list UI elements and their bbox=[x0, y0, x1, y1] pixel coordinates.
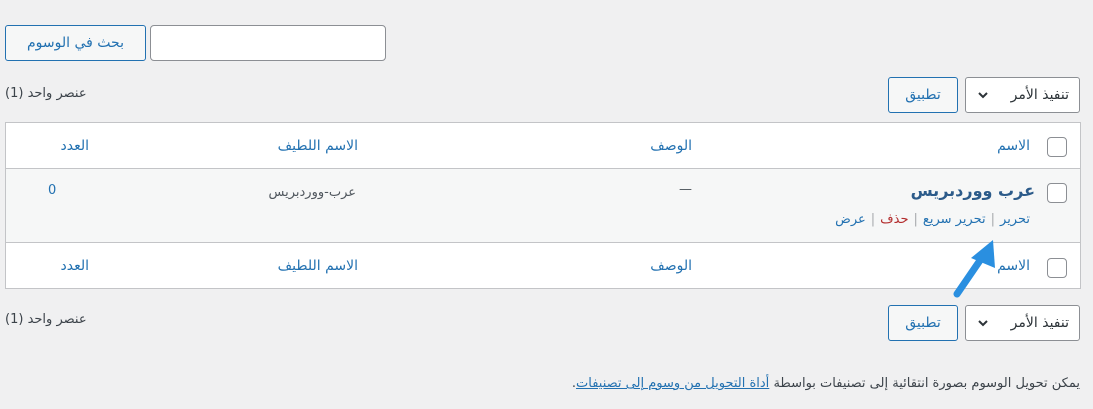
bulk-actions-value: تنفيذ الأمر bbox=[1010, 315, 1069, 331]
converter-link[interactable]: أداة التحويل من وسوم إلى تصنيفات bbox=[576, 376, 769, 391]
delete-link[interactable]: حذف bbox=[880, 212, 908, 227]
bulk-actions-select-bottom[interactable]: تنفيذ الأمر bbox=[965, 305, 1080, 341]
apply-button-top[interactable]: تطبيق bbox=[888, 77, 958, 113]
term-slug: عرب-ووردبريس bbox=[268, 185, 356, 200]
tags-table: الاسم الوصف الاسم اللطيف العدد عرب ووردب… bbox=[5, 122, 1081, 289]
note-text: يمكن تحويل الوسوم بصورة انتقائية إلى تصن… bbox=[773, 376, 1080, 391]
search-tags-button[interactable]: بحث في الوسوم bbox=[5, 25, 146, 61]
row-actions: تحرير | تحرير سريع | حذف | عرض bbox=[835, 212, 1030, 227]
column-description-header: الوصف bbox=[650, 138, 692, 154]
quick-edit-link[interactable]: تحرير سريع bbox=[923, 212, 986, 227]
view-link[interactable]: عرض bbox=[835, 212, 866, 227]
term-description: — bbox=[679, 182, 692, 197]
items-count-top: عنصر واحد (1) bbox=[5, 86, 87, 101]
column-slug-header[interactable]: الاسم اللطيف bbox=[278, 138, 358, 154]
separator: | bbox=[870, 212, 876, 227]
items-count-bottom: عنصر واحد (1) bbox=[5, 312, 87, 327]
select-all-checkbox-footer[interactable] bbox=[1047, 258, 1067, 278]
column-name-header[interactable]: الاسم bbox=[997, 138, 1030, 154]
footer-slug-header[interactable]: الاسم اللطيف bbox=[278, 258, 358, 274]
term-count-link[interactable]: 0 bbox=[48, 183, 56, 198]
table-footer-row: الاسم الوصف الاسم اللطيف العدد bbox=[6, 242, 1080, 288]
apply-button-bottom[interactable]: تطبيق bbox=[888, 305, 958, 341]
chevron-down-icon bbox=[978, 320, 988, 327]
footer-count-header[interactable]: العدد bbox=[61, 258, 90, 274]
arrow-pointer-icon bbox=[953, 240, 995, 298]
edit-link[interactable]: تحرير bbox=[1000, 212, 1030, 227]
select-all-checkbox[interactable] bbox=[1047, 137, 1067, 157]
search-input[interactable] bbox=[150, 25, 386, 61]
separator: | bbox=[913, 212, 918, 227]
bulk-actions-select-top[interactable]: تنفيذ الأمر bbox=[965, 77, 1080, 113]
conversion-note: يمكن تحويل الوسوم بصورة انتقائية إلى تصن… bbox=[572, 376, 1080, 391]
row-checkbox[interactable] bbox=[1047, 183, 1067, 203]
term-name-link[interactable]: عرب ووردبريس bbox=[911, 181, 1035, 200]
bulk-actions-value: تنفيذ الأمر bbox=[1010, 87, 1069, 103]
table-header-row: الاسم الوصف الاسم اللطيف العدد bbox=[6, 123, 1080, 169]
table-row: عرب ووردبريس — عرب-ووردبريس 0 تحرير|تحري… bbox=[6, 169, 1080, 242]
chevron-down-icon bbox=[978, 92, 988, 99]
footer-description-header: الوصف bbox=[650, 258, 692, 274]
column-count-header[interactable]: العدد bbox=[61, 138, 90, 154]
separator: | bbox=[990, 212, 996, 227]
